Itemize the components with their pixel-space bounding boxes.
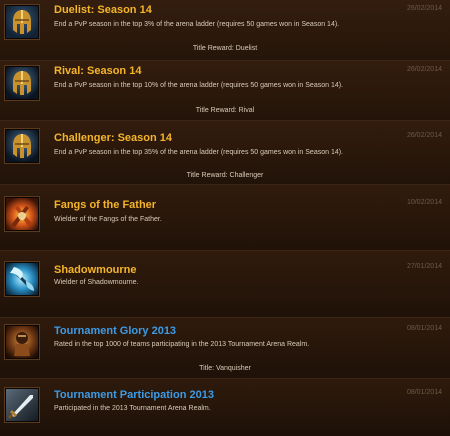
- title-reward: Title Reward: Duelist: [192, 45, 258, 52]
- achievement-date: 27/01/2014: [406, 263, 442, 270]
- achievement-date: 08/01/2014: [406, 325, 442, 332]
- achievement-date: 10/02/2014: [406, 199, 442, 206]
- achievement-row-tournament-participation-2013[interactable]: Tournament Participation 2013 Participat…: [0, 379, 450, 436]
- achievement-list: Duelist: Season 14 End a PvP season in t…: [0, 0, 450, 436]
- gladiator-helm-icon: [5, 129, 39, 163]
- achievement-date: 26/02/2014: [406, 5, 442, 12]
- tournament-sword-icon: [5, 388, 39, 422]
- frost-axe-icon: [5, 262, 39, 296]
- achievement-row-challenger[interactable]: Challenger: Season 14 End a PvP season i…: [0, 121, 450, 185]
- title-reward: Title: Vanquisher: [199, 365, 251, 372]
- achievement-title: Tournament Glory 2013: [54, 325, 177, 337]
- achievement-description: Participated in the 2013 Tournament Aren…: [54, 405, 211, 412]
- tournament-warrior-icon: [5, 325, 39, 359]
- achievement-description: Rated in the top 1000 of teams participa…: [54, 341, 310, 348]
- gladiator-helm-icon: [5, 66, 39, 100]
- achievement-row-rival[interactable]: Rival: Season 14 End a PvP season in the…: [0, 61, 450, 121]
- title-reward: Title Reward: Rival: [195, 107, 255, 114]
- title-reward: Title Reward: Challenger: [186, 172, 264, 179]
- fire-daggers-icon: [5, 197, 39, 231]
- achievement-title: Duelist: Season 14: [54, 4, 152, 16]
- achievement-row-tournament-glory-2013[interactable]: Tournament Glory 2013 Rated in the top 1…: [0, 318, 450, 379]
- achievement-description: End a PvP season in the top 10% of the a…: [54, 82, 343, 89]
- achievement-row-fangs-of-the-father[interactable]: Fangs of the Father Wielder of the Fangs…: [0, 185, 450, 251]
- achievement-description: End a PvP season in the top 35% of the a…: [54, 149, 343, 156]
- achievement-description: Wielder of Shadowmourne.: [54, 279, 139, 286]
- gladiator-helm-icon: [5, 5, 39, 39]
- achievement-title: Tournament Participation 2013: [54, 389, 214, 401]
- achievement-date: 08/01/2014: [406, 389, 442, 396]
- achievement-title: Challenger: Season 14: [54, 132, 172, 144]
- achievement-row-shadowmourne[interactable]: Shadowmourne Wielder of Shadowmourne. 27…: [0, 251, 450, 318]
- achievement-description: End a PvP season in the top 3% of the ar…: [54, 21, 340, 28]
- achievement-date: 26/02/2014: [406, 132, 442, 139]
- achievement-title: Fangs of the Father: [54, 199, 157, 211]
- achievement-date: 26/02/2014: [406, 66, 442, 73]
- achievement-row-duelist[interactable]: Duelist: Season 14 End a PvP season in t…: [0, 0, 450, 61]
- achievement-title: Shadowmourne: [54, 264, 137, 276]
- achievement-description: Wielder of the Fangs of the Father.: [54, 216, 162, 223]
- achievement-title: Rival: Season 14: [54, 65, 142, 77]
